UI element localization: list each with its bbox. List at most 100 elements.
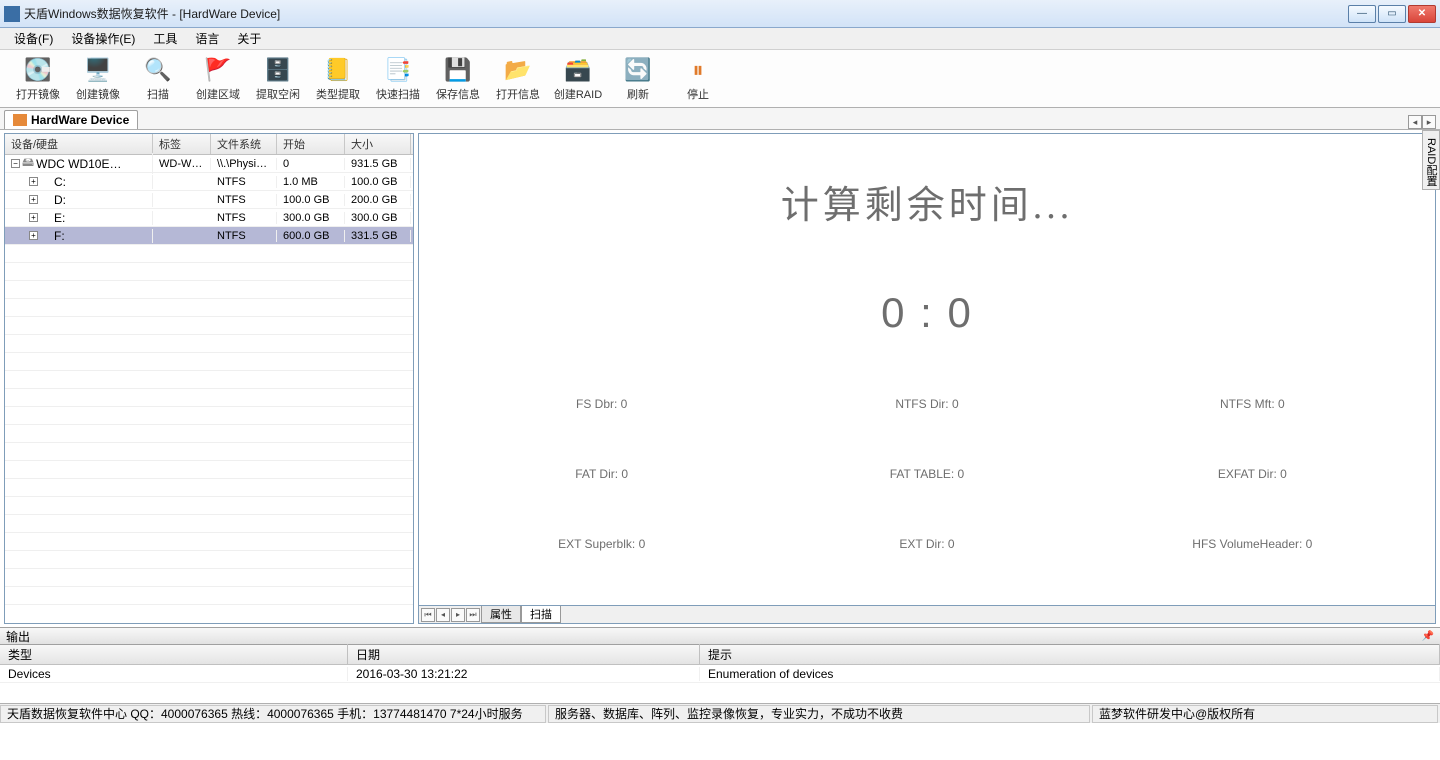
- close-button[interactable]: ✕: [1408, 5, 1436, 23]
- cell-fs: NTFS: [211, 212, 277, 224]
- scan-icon: 📑: [382, 56, 414, 84]
- table-row[interactable]: +D:NTFS100.0 GB200.0 GB: [5, 191, 413, 209]
- create-region-button[interactable]: 🚩创建区域: [190, 53, 246, 105]
- output-col-date[interactable]: 日期: [348, 644, 700, 665]
- open-icon: 📂: [502, 56, 534, 84]
- create-image-button[interactable]: 🖥️创建镜像: [70, 53, 126, 105]
- stat-ext-superblk: EXT Superblk: 0: [439, 537, 764, 551]
- tree-rows: −🖴WDC WD10E…WD-WC…\\.\Physi…0931.5 GB + C:…: [5, 155, 413, 605]
- cell-size: 200.0 GB: [345, 194, 411, 206]
- col-filesystem[interactable]: 文件系统: [211, 134, 277, 154]
- stat-exfat-dir: EXFAT Dir: 0: [1090, 467, 1415, 481]
- toolbar: 💽打开镜像 🖥️创建镜像 🔍扫描 🚩创建区域 🗄️提取空闲 📒类型提取 📑快速扫…: [0, 50, 1440, 108]
- table-row[interactable]: +F:NTFS600.0 GB331.5 GB: [5, 227, 413, 245]
- output-row[interactable]: Devices 2016-03-30 13:21:22 Enumeration …: [0, 665, 1440, 683]
- output-body: Devices 2016-03-30 13:21:22 Enumeration …: [0, 665, 1440, 703]
- next-icon[interactable]: ▸: [451, 608, 465, 622]
- col-label[interactable]: 标签: [153, 134, 211, 154]
- notes-icon: 📒: [322, 56, 354, 84]
- expander-icon[interactable]: +: [29, 213, 38, 222]
- col-size[interactable]: 大小: [345, 134, 411, 154]
- tab-next-icon[interactable]: ▸: [1422, 115, 1436, 129]
- type-extract-button[interactable]: 📒类型提取: [310, 53, 366, 105]
- prev-icon[interactable]: ◂: [436, 608, 450, 622]
- menu-bar: 设备(F) 设备操作(E) 工具 语言 关于: [0, 28, 1440, 50]
- bottom-tabs: ⏮ ◂ ▸ ⏭ 属性 扫描: [418, 606, 1436, 624]
- menu-tools[interactable]: 工具: [145, 28, 185, 49]
- title-bar: 天盾Windows数据恢复软件 - [HardWare Device] — ▭ …: [0, 0, 1440, 28]
- tree-header: 设备/硬盘 标签 文件系统 开始 大小: [5, 134, 413, 155]
- pause-icon: ⏸: [682, 56, 714, 84]
- minimize-button[interactable]: —: [1348, 5, 1376, 23]
- cell-start: 300.0 GB: [277, 212, 345, 224]
- raid-icon: 🗃️: [562, 56, 594, 84]
- scan-time: 0 : 0: [439, 289, 1415, 337]
- stat-hfs-vh: HFS VolumeHeader: 0: [1090, 537, 1415, 551]
- col-device[interactable]: 设备/硬盘: [5, 134, 153, 154]
- floppy-icon: 💾: [442, 56, 474, 84]
- tab-nav: ◂ ▸: [1408, 115, 1436, 129]
- col-start[interactable]: 开始: [277, 134, 345, 154]
- stat-ext-dir: EXT Dir: 0: [764, 537, 1089, 551]
- menu-about[interactable]: 关于: [229, 28, 269, 49]
- cell-device: E:: [54, 211, 65, 225]
- last-icon[interactable]: ⏭: [466, 608, 480, 622]
- menu-device-ops[interactable]: 设备操作(E): [63, 28, 143, 49]
- open-info-button[interactable]: 📂打开信息: [490, 53, 546, 105]
- refresh-icon: 🔄: [622, 56, 654, 84]
- status-left: 天盾数据恢复软件中心 QQ：4000076365 热线：4000076365 手…: [0, 705, 546, 723]
- open-image-button[interactable]: 💽打开镜像: [10, 53, 66, 105]
- stat-fat-table: FAT TABLE: 0: [764, 467, 1089, 481]
- table-row[interactable]: −🖴WDC WD10E…WD-WC…\\.\Physi…0931.5 GB: [5, 155, 413, 173]
- cell-size: 300.0 GB: [345, 212, 411, 224]
- window-buttons: — ▭ ✕: [1348, 5, 1436, 23]
- status-mid: 服务器、数据库、阵列、监控录像恢复，专业实力，不成功不收费: [548, 705, 1090, 723]
- refresh-button[interactable]: 🔄刷新: [610, 53, 666, 105]
- pin-icon[interactable]: 📌: [1422, 631, 1434, 642]
- cell-start: 100.0 GB: [277, 194, 345, 206]
- save-info-button[interactable]: 💾保存信息: [430, 53, 486, 105]
- output-col-type[interactable]: 类型: [0, 644, 348, 665]
- tab-prev-icon[interactable]: ◂: [1408, 115, 1422, 129]
- drive-icon: 🖴: [22, 153, 34, 174]
- monitor-icon: 🖥️: [82, 56, 114, 84]
- create-raid-button[interactable]: 🗃️创建RAID: [550, 53, 606, 105]
- tab-hardware-device[interactable]: HardWare Device: [4, 110, 138, 129]
- output-pane-header: 输出 📌: [0, 627, 1440, 645]
- cell-device: D:: [54, 193, 66, 207]
- table-row[interactable]: +E:NTFS300.0 GB300.0 GB: [5, 209, 413, 227]
- expander-icon[interactable]: +: [29, 231, 38, 240]
- cell-fs: NTFS: [211, 230, 277, 242]
- cell-size: 331.5 GB: [345, 230, 411, 242]
- status-right: 蓝梦软件研发中心@版权所有: [1092, 705, 1438, 723]
- cell-start: 0: [277, 158, 345, 170]
- scan-stats: FS Dbr: 0 NTFS Dir: 0 NTFS Mft: 0 FAT Di…: [439, 397, 1415, 551]
- stop-button[interactable]: ⏸停止: [670, 53, 726, 105]
- menu-device[interactable]: 设备(F): [6, 28, 61, 49]
- cell-start: 1.0 MB: [277, 176, 345, 188]
- cell-device: C:: [54, 175, 66, 189]
- tab-scan[interactable]: 扫描: [521, 606, 561, 623]
- app-icon: [4, 6, 20, 22]
- expander-icon[interactable]: +: [29, 177, 38, 186]
- quick-scan-button[interactable]: 📑快速扫描: [370, 53, 426, 105]
- cell-device: F:: [54, 229, 65, 243]
- output-col-hint[interactable]: 提示: [700, 644, 1440, 665]
- maximize-button[interactable]: ▭: [1378, 5, 1406, 23]
- table-row[interactable]: +C:NTFS1.0 MB100.0 GB: [5, 173, 413, 191]
- tab-properties[interactable]: 属性: [481, 606, 521, 623]
- raid-config-side[interactable]: RAID配置: [1422, 130, 1440, 190]
- first-icon[interactable]: ⏮: [421, 608, 435, 622]
- status-bar: 天盾数据恢复软件中心 QQ：4000076365 热线：4000076365 手…: [0, 703, 1440, 723]
- expander-icon[interactable]: +: [29, 195, 38, 204]
- stat-fs-dbr: FS Dbr: 0: [439, 397, 764, 411]
- stat-ntfs-mft: NTFS Mft: 0: [1090, 397, 1415, 411]
- scan-button[interactable]: 🔍扫描: [130, 53, 186, 105]
- scan-panel: 计算剩余时间... 0 : 0 FS Dbr: 0 NTFS Dir: 0 NT…: [418, 133, 1436, 606]
- menu-language[interactable]: 语言: [187, 28, 227, 49]
- document-tabs: HardWare Device ◂ ▸: [0, 108, 1440, 130]
- drive-icon: [13, 114, 27, 126]
- extract-space-button[interactable]: 🗄️提取空闲: [250, 53, 306, 105]
- expander-icon[interactable]: −: [11, 159, 20, 168]
- magnifier-icon: 🔍: [142, 56, 174, 84]
